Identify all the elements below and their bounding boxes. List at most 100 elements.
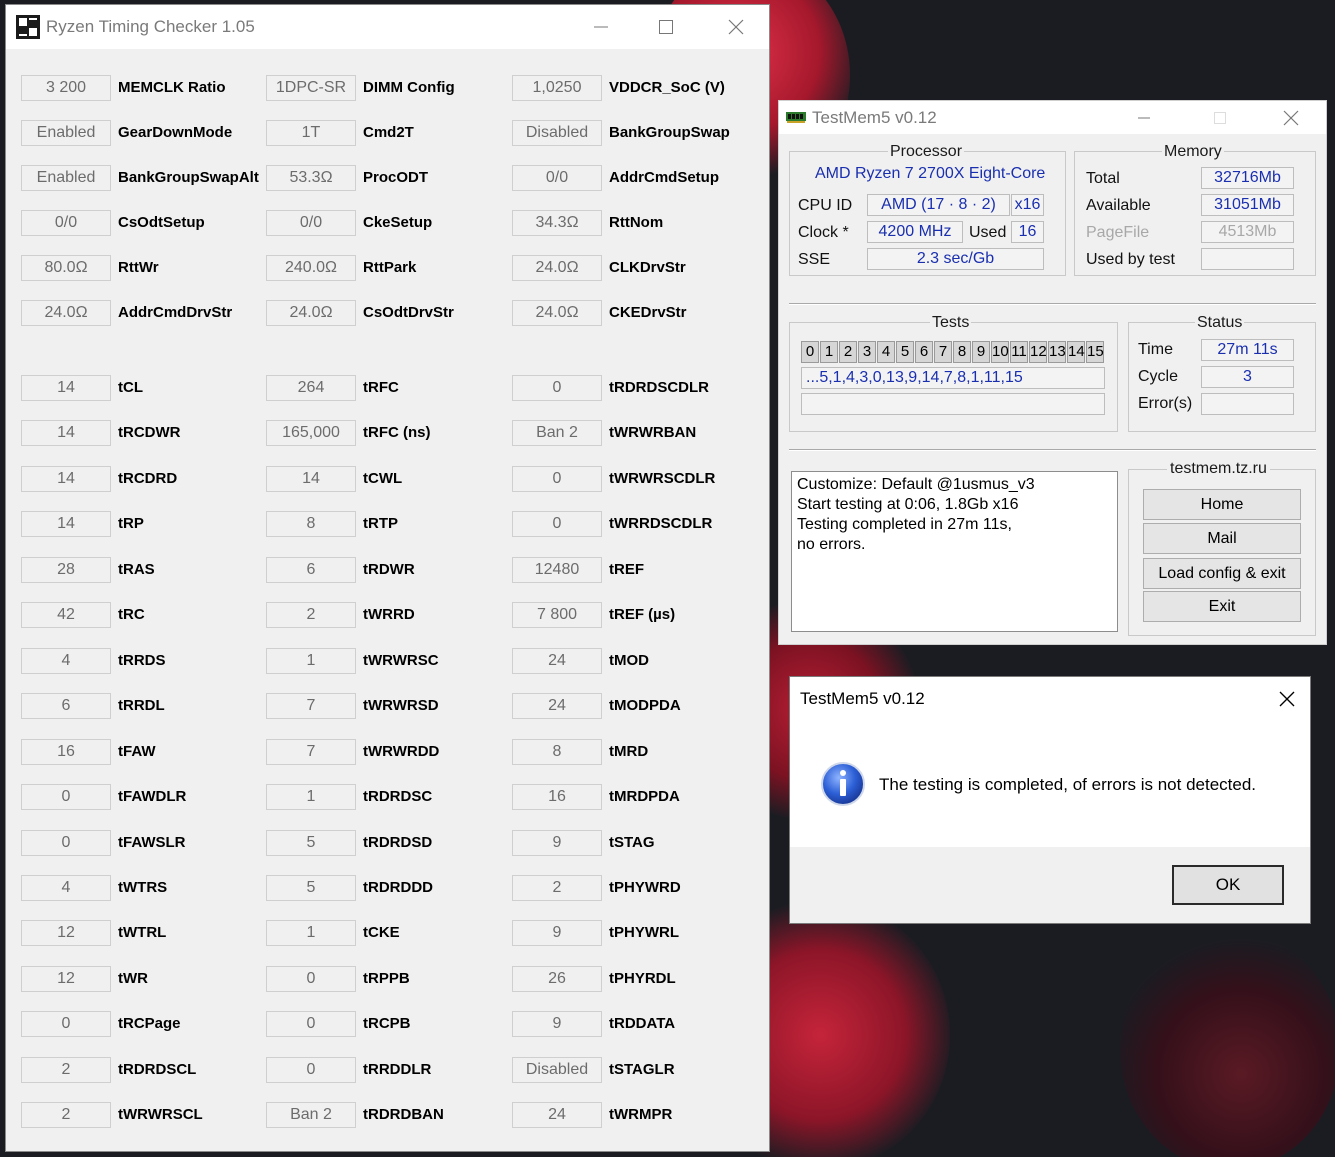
rttwr-value: 80.0Ω xyxy=(21,255,111,281)
tstaglr-value: Disabled xyxy=(512,1057,602,1083)
used-by-test-label: Used by test xyxy=(1086,251,1175,268)
cpu-id-value: AMD (17 · 8 · 2) xyxy=(867,194,1010,216)
trppb-value: 0 xyxy=(266,966,356,992)
trdrdsc-label: tRDRDSC xyxy=(363,788,433,805)
trdrdscdlr-label: tRDRDSCDLR xyxy=(609,379,709,396)
tmodpda-label: tMODPDA xyxy=(609,697,681,714)
tmodpda-value: 24 xyxy=(512,693,602,719)
load-config-exit-button[interactable]: Load config & exit xyxy=(1143,558,1301,589)
maximize-icon xyxy=(659,20,673,34)
bankgroupswapalt-value: Enabled xyxy=(21,165,111,191)
time-label: Time xyxy=(1138,341,1173,358)
cycle-value: 3 xyxy=(1201,366,1294,388)
close-button[interactable] xyxy=(713,11,759,43)
maximize-button[interactable] xyxy=(643,11,689,43)
cpu-id-label: CPU ID xyxy=(798,197,853,214)
trdrddd-label: tRDRDDD xyxy=(363,879,433,896)
trfc-ns-value: 165,000 xyxy=(266,420,356,446)
trp-value: 14 xyxy=(21,511,111,537)
tphywrl-label: tPHYWRL xyxy=(609,924,679,941)
memclk-ratio-value: 3 200 xyxy=(21,75,111,101)
trdwr-label: tRDWR xyxy=(363,561,415,578)
tmrd-label: tMRD xyxy=(609,743,649,760)
test-number: 13 xyxy=(1048,341,1066,363)
twrwrsd-value: 7 xyxy=(266,693,356,719)
tref-us-label: tREF (µs) xyxy=(609,606,676,623)
tfaw-label: tFAW xyxy=(118,743,156,760)
ok-button[interactable]: OK xyxy=(1172,865,1284,905)
trcpb-label: tRCPB xyxy=(363,1015,411,1032)
completion-dialog: TestMem5 v0.12 The testing is completed,… xyxy=(789,676,1311,924)
csodtdrvstr-label: CsOdtDrvStr xyxy=(363,304,454,321)
addrcmddrvstr-label: AddrCmdDrvStr xyxy=(118,304,233,321)
log-line: no errors. xyxy=(797,536,866,553)
test-number: 7 xyxy=(934,341,952,363)
rttwr-label: RttWr xyxy=(118,259,159,276)
trdrdban-value: Ban 2 xyxy=(266,1102,356,1128)
clkdrvstr-label: CLKDrvStr xyxy=(609,259,686,276)
ram-icon xyxy=(786,112,806,123)
addrcmdsetup-value: 0/0 xyxy=(512,165,602,191)
tests-title: Tests xyxy=(930,314,972,332)
test-number: 10 xyxy=(991,341,1009,363)
trcpage-value: 0 xyxy=(21,1011,111,1037)
errors-value xyxy=(1201,393,1294,415)
pagefile-value: 4513Mb xyxy=(1201,221,1294,243)
test-number: 8 xyxy=(953,341,971,363)
title-bar[interactable]: Ryzen Timing Checker 1.05 xyxy=(6,5,769,49)
status-title: Status xyxy=(1195,314,1245,332)
mail-button[interactable]: Mail xyxy=(1143,523,1301,554)
twrrd-value: 2 xyxy=(266,602,356,628)
trtp-value: 8 xyxy=(266,511,356,537)
rttnom-value: 34.3Ω xyxy=(512,210,602,236)
log-output[interactable]: Customize: Default @1usmus_v3 Start test… xyxy=(791,471,1118,632)
bankgroupswapalt-label: BankGroupSwapAlt xyxy=(118,169,259,186)
test-number: 2 xyxy=(839,341,857,363)
procodt-label: ProcODT xyxy=(363,169,429,186)
window-title: Ryzen Timing Checker 1.05 xyxy=(46,17,255,36)
trrddlr-value: 0 xyxy=(266,1057,356,1083)
clock-label: Clock * xyxy=(798,224,849,241)
used-label: Used xyxy=(969,224,1007,241)
close-icon xyxy=(1283,110,1299,125)
twrwrban-label: tWRWRBAN xyxy=(609,424,697,441)
divider xyxy=(789,303,1316,305)
total-label: Total xyxy=(1086,170,1120,187)
ckesetup-label: CkeSetup xyxy=(363,214,433,231)
addrcmdsetup-label: AddrCmdSetup xyxy=(609,169,719,186)
trddata-label: tRDDATA xyxy=(609,1015,676,1032)
trdrdsd-value: 5 xyxy=(266,830,356,856)
tmod-label: tMOD xyxy=(609,652,649,669)
memclk-ratio-label: MEMCLK Ratio xyxy=(118,79,226,96)
ckedrvstr-value: 24.0Ω xyxy=(512,300,602,326)
test-progress xyxy=(801,393,1105,415)
home-button[interactable]: Home xyxy=(1143,489,1301,520)
tstaglr-label: tSTAGLR xyxy=(609,1061,675,1078)
maximize-button[interactable] xyxy=(1197,101,1243,134)
trdwr-value: 6 xyxy=(266,557,356,583)
twrwrdd-value: 7 xyxy=(266,739,356,765)
tphywrd-value: 2 xyxy=(512,875,602,901)
dimm-config-value: 1DPC-SR xyxy=(266,75,356,101)
test-number: 11 xyxy=(1010,341,1028,363)
ckedrvstr-label: CKEDrvStr xyxy=(609,304,687,321)
trp-label: tRP xyxy=(118,515,144,532)
minimize-button[interactable] xyxy=(578,11,624,43)
total-value: 32716Mb xyxy=(1201,167,1294,189)
trdrdscdlr-value: 0 xyxy=(512,375,602,401)
twr-value: 12 xyxy=(21,966,111,992)
trcdrd-value: 14 xyxy=(21,466,111,492)
minimize-button[interactable] xyxy=(1121,101,1167,134)
ckesetup-value: 0/0 xyxy=(266,210,356,236)
csodtdrvstr-value: 24.0Ω xyxy=(266,300,356,326)
exit-button[interactable]: Exit xyxy=(1143,591,1301,622)
trrds-label: tRRDS xyxy=(118,652,166,669)
title-bar[interactable]: TestMem5 v0.12 xyxy=(779,101,1326,134)
dialog-close-button[interactable] xyxy=(1264,683,1310,715)
rttnom-label: RttNom xyxy=(609,214,664,231)
twrwrsd-label: tWRWRSD xyxy=(363,697,439,714)
available-label: Available xyxy=(1086,197,1151,214)
trrds-value: 4 xyxy=(21,648,111,674)
twrwrsc-label: tWRWRSC xyxy=(363,652,439,669)
close-button[interactable] xyxy=(1268,101,1314,134)
